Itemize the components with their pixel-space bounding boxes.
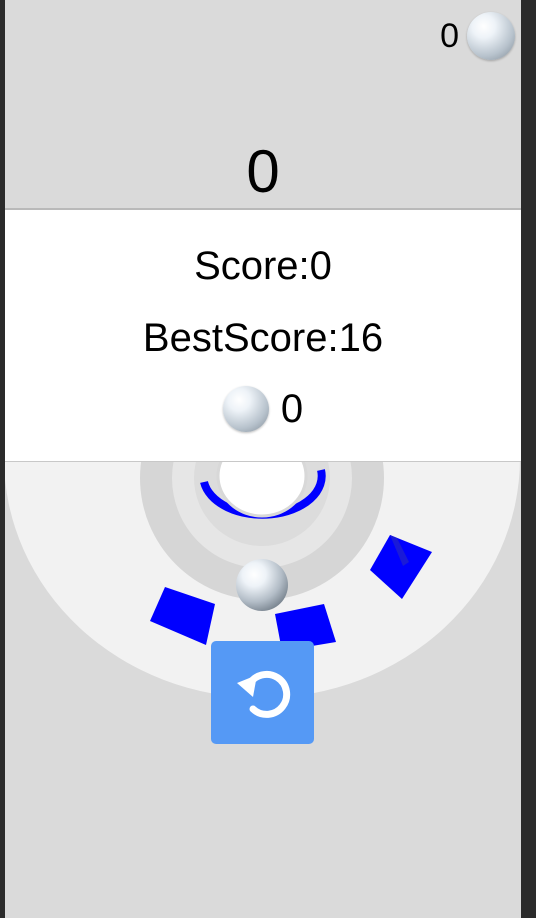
player-ball (236, 559, 288, 611)
coins-earned-row: 0 (5, 386, 521, 432)
window-frame: 0 0 Score:0 BestScore:16 0 (0, 0, 536, 918)
current-score: 0 (246, 138, 280, 205)
coins-earned: 0 (280, 387, 304, 431)
restart-arrow-icon (236, 670, 290, 718)
silver-ball-icon (467, 12, 515, 60)
coin-count: 0 (440, 17, 459, 55)
game-over-panel: Score:0 BestScore:16 0 (5, 208, 521, 462)
coin-counter: 0 (440, 12, 515, 60)
silver-ball-icon (222, 386, 269, 432)
game-viewport[interactable]: 0 0 Score:0 BestScore:16 0 (5, 0, 521, 918)
restart-button[interactable] (211, 641, 314, 744)
final-score: Score:0 (194, 244, 332, 288)
best-score: BestScore:16 (142, 316, 384, 360)
